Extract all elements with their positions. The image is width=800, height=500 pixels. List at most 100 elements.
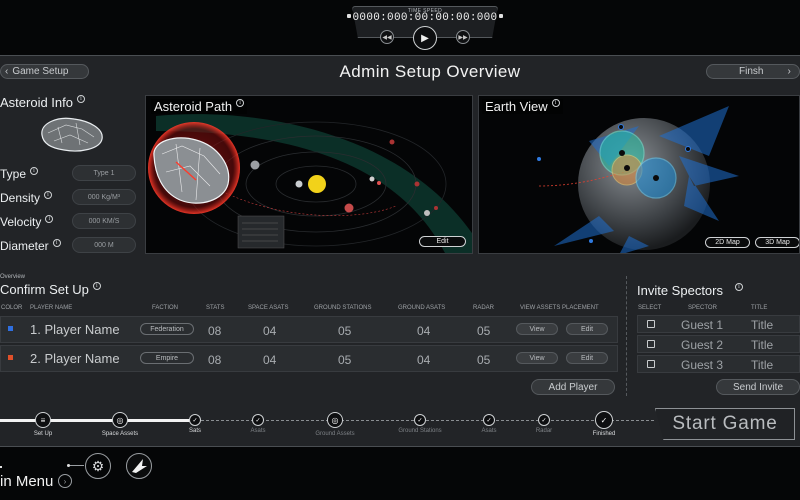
info-icon[interactable]: i: [77, 95, 85, 103]
col-title: TITLE: [751, 305, 768, 311]
asteroid-info-title: Asteroid Info i: [0, 95, 85, 110]
space-asats-value: 04: [263, 353, 277, 367]
timebar-right-marker: [499, 14, 503, 18]
info-icon[interactable]: i: [236, 99, 245, 107]
guest-name: Guest 3: [681, 358, 724, 372]
view-button[interactable]: View: [516, 352, 558, 364]
guest-title: Title: [751, 338, 774, 352]
confirm-setup-title: Confirm Set Up i: [0, 282, 101, 297]
planet-saturn[interactable]: [414, 181, 420, 187]
col-view-assets: VIEW ASSETS PLACEMENT: [520, 305, 599, 311]
send-invite-button[interactable]: Send Invite: [716, 379, 800, 395]
col-space-asats: SPACE ASATS: [248, 305, 289, 311]
sats-step-icon[interactable]: ✓: [189, 414, 201, 426]
radar-value: 05: [477, 353, 491, 367]
col-ground-asats: GROUND ASATS: [398, 305, 446, 311]
settings-gear-icon[interactable]: ⚙: [85, 453, 111, 479]
logo-icon[interactable]: [126, 453, 152, 479]
earth-view-title: Earth View i: [482, 99, 563, 114]
earth-view-viewport[interactable]: Earth View i 2D Map 3D Map: [478, 95, 800, 254]
ground-asats-value: 04: [417, 353, 431, 367]
velocity-label-text: Velocity: [0, 215, 42, 229]
3d-map-button[interactable]: 3D Map: [755, 237, 799, 248]
setup-step-icon[interactable]: ≡: [35, 412, 51, 428]
guest-name: Guest 2: [681, 338, 724, 352]
sun[interactable]: [308, 175, 326, 193]
velocity-label: Velocity i: [0, 215, 54, 229]
info-icon[interactable]: i: [92, 282, 101, 290]
asats-step-icon[interactable]: ✓: [252, 414, 264, 426]
invite-spectors-title: Invite Spectors i: [637, 283, 743, 298]
velocity-value[interactable]: 000 KM/S: [72, 213, 136, 229]
info-icon[interactable]: i: [30, 167, 39, 175]
info-icon[interactable]: i: [44, 191, 53, 199]
col-ground-stations: GROUND STATIONS: [314, 305, 372, 311]
page-title: Admin Setup Overview: [339, 62, 521, 81]
space-assets-step-icon[interactable]: ◎: [112, 412, 128, 428]
view-button[interactable]: View: [516, 323, 558, 335]
step-label: Set Up: [33, 431, 53, 437]
finished-step-icon[interactable]: ✓: [595, 411, 613, 429]
main-menu-arrow-icon[interactable]: ›: [58, 474, 72, 488]
radar-step-icon[interactable]: ✓: [538, 414, 550, 426]
footer-connector: [70, 465, 84, 466]
finish-label: Finsh: [739, 66, 764, 77]
density-label: Density i: [0, 191, 53, 205]
info-icon[interactable]: i: [551, 99, 560, 107]
overview-label: Overview: [0, 274, 26, 280]
col-select: SELECT: [638, 305, 662, 311]
planet-mars[interactable]: [344, 203, 354, 213]
confirm-setup-title-text: Confirm Set Up: [0, 282, 89, 297]
planet-mercury[interactable]: [295, 180, 303, 188]
planet-jupiter[interactable]: [424, 210, 430, 216]
guest-name: Guest 1: [681, 318, 724, 332]
ground-stations-step-icon[interactable]: ✓: [414, 414, 426, 426]
col-radar: RADAR: [473, 305, 495, 311]
edit-button[interactable]: Edit: [566, 352, 608, 364]
main-menu-label[interactable]: in Menu: [0, 473, 53, 490]
add-player-button[interactable]: Add Player: [531, 379, 615, 395]
ground-assets-step-icon[interactable]: ◎: [327, 412, 343, 428]
select-checkbox[interactable]: [647, 340, 655, 348]
select-checkbox[interactable]: [647, 320, 655, 328]
select-checkbox[interactable]: [647, 360, 655, 368]
ground-stations-value: 05: [338, 324, 352, 338]
stats-value: 08: [208, 324, 222, 338]
edit-button[interactable]: Edit: [566, 323, 608, 335]
game-setup-back-button[interactable]: ‹ Game Setup: [0, 64, 89, 79]
diameter-value[interactable]: 000 M: [72, 237, 136, 253]
planet-moon[interactable]: [377, 181, 381, 185]
step-label: Space Assets: [101, 431, 139, 437]
col-color: COLOR: [1, 305, 23, 311]
type-label: Type i: [0, 167, 39, 181]
planet-earth[interactable]: [369, 176, 375, 182]
info-icon[interactable]: i: [52, 239, 61, 247]
rewind-icon[interactable]: ◀◀: [380, 30, 394, 44]
density-value[interactable]: 000 Kg/M³: [72, 189, 136, 205]
start-game-button[interactable]: Start Game: [655, 408, 795, 440]
guest-title: Title: [751, 318, 774, 332]
info-icon[interactable]: i: [45, 215, 54, 223]
planet-venus[interactable]: [250, 160, 260, 170]
player-name: 1. Player Name: [30, 322, 120, 337]
logo-mark: [132, 459, 147, 473]
play-icon[interactable]: ▶: [413, 26, 437, 50]
planet-uranus[interactable]: [389, 139, 395, 145]
col-stats: STATS: [206, 305, 225, 311]
fast-forward-icon[interactable]: ▶▶: [456, 30, 470, 44]
step-label: Asats: [250, 428, 266, 434]
edit-path-button[interactable]: Edit: [419, 236, 466, 247]
type-value[interactable]: Type 1: [72, 165, 136, 181]
finish-button[interactable]: Finsh ›: [706, 64, 800, 79]
chevron-right-icon: ›: [787, 66, 791, 77]
2d-map-button[interactable]: 2D Map: [705, 237, 750, 248]
time-speed-value: 0000:000:00:00:00:000: [352, 12, 498, 24]
asats-step-icon[interactable]: ✓: [483, 414, 495, 426]
info-icon[interactable]: i: [735, 283, 743, 291]
back-label: Game Setup: [12, 66, 69, 77]
ground-asats-value: 04: [417, 324, 431, 338]
asteroid-path-viewport[interactable]: Asteroid Path i Edit: [145, 95, 473, 254]
player-color-swatch: [8, 326, 13, 331]
planet-neptune[interactable]: [434, 206, 438, 210]
asteroid-data-card: [237, 215, 285, 249]
